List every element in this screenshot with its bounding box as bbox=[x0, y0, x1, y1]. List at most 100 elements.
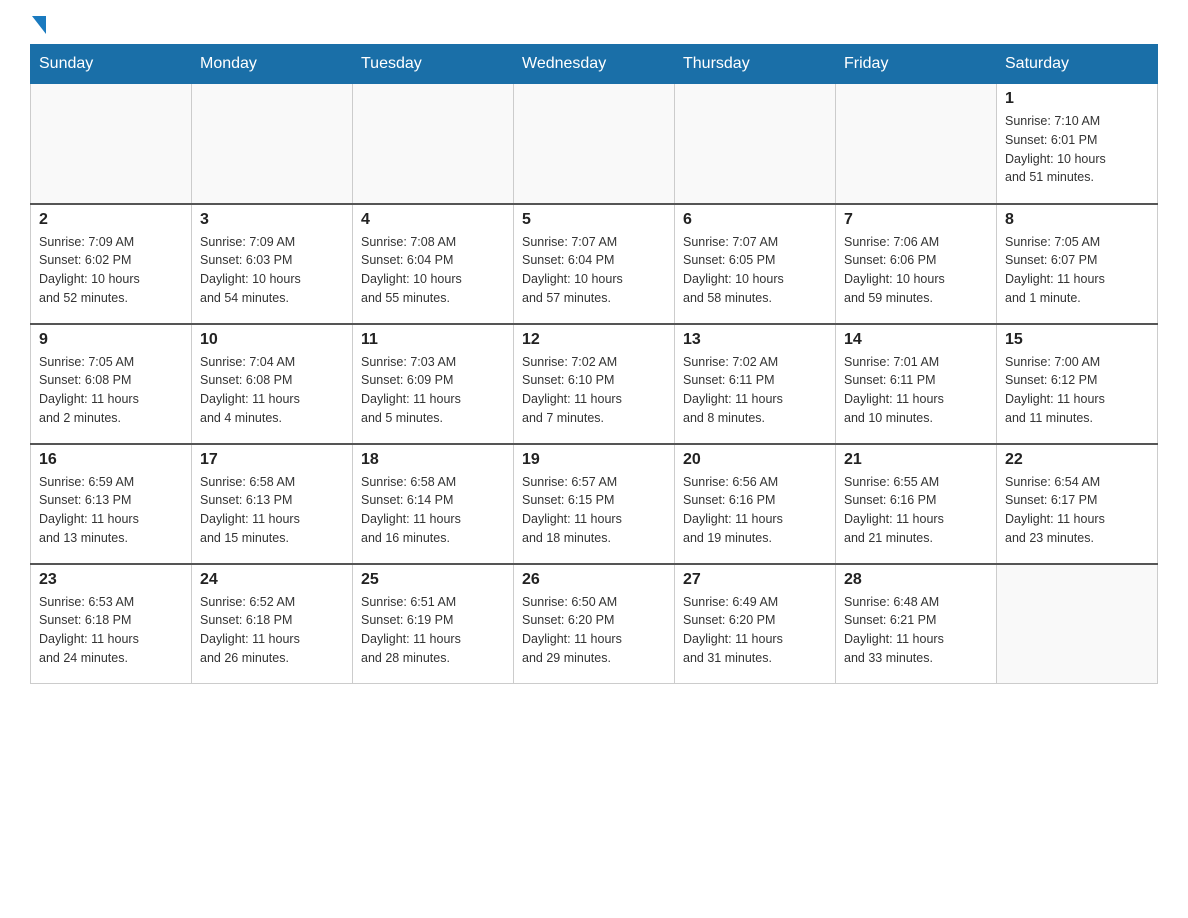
day-number: 20 bbox=[683, 451, 827, 469]
day-number: 21 bbox=[844, 451, 988, 469]
day-number: 13 bbox=[683, 331, 827, 349]
calendar-cell bbox=[997, 564, 1158, 684]
weekday-header-row: SundayMondayTuesdayWednesdayThursdayFrid… bbox=[31, 45, 1158, 84]
calendar-cell: 28 Sunrise: 6:48 AMSunset: 6:21 PMDayligh… bbox=[836, 564, 997, 684]
weekday-header-friday: Friday bbox=[836, 45, 997, 84]
day-info: Sunrise: 7:07 AMSunset: 6:04 PMDaylight:… bbox=[522, 233, 666, 308]
day-info: Sunrise: 7:08 AMSunset: 6:04 PMDaylight:… bbox=[361, 233, 505, 308]
day-info: Sunrise: 6:56 AMSunset: 6:16 PMDaylight:… bbox=[683, 473, 827, 548]
calendar-cell bbox=[675, 84, 836, 204]
weekday-header-saturday: Saturday bbox=[997, 45, 1158, 84]
day-info: Sunrise: 7:04 AMSunset: 6:08 PMDaylight:… bbox=[200, 353, 344, 428]
calendar-cell: 7 Sunrise: 7:06 AMSunset: 6:06 PMDaylight… bbox=[836, 204, 997, 324]
day-info: Sunrise: 6:50 AMSunset: 6:20 PMDaylight:… bbox=[522, 593, 666, 668]
calendar-cell: 17Sunrise: 6:58 AMSunset: 6:13 PMDayligh… bbox=[192, 444, 353, 564]
calendar-cell bbox=[31, 84, 192, 204]
calendar-cell: 20 Sunrise: 6:56 AMSunset: 6:16 PMDayligh… bbox=[675, 444, 836, 564]
calendar-cell: 27 Sunrise: 6:49 AMSunset: 6:20 PMDayligh… bbox=[675, 564, 836, 684]
calendar-cell: 24 Sunrise: 6:52 AMSunset: 6:18 PMDayligh… bbox=[192, 564, 353, 684]
day-number: 25 bbox=[361, 571, 505, 589]
day-info: Sunrise: 7:07 AMSunset: 6:05 PMDaylight:… bbox=[683, 233, 827, 308]
calendar-cell: 1 Sunrise: 7:10 AMSunset: 6:01 PMDaylight… bbox=[997, 84, 1158, 204]
weekday-header-sunday: Sunday bbox=[31, 45, 192, 84]
day-info: Sunrise: 7:09 AMSunset: 6:03 PMDaylight:… bbox=[200, 233, 344, 308]
day-info: Sunrise: 6:48 AMSunset: 6:21 PMDaylight:… bbox=[844, 593, 988, 668]
calendar-cell: 5 Sunrise: 7:07 AMSunset: 6:04 PMDaylight… bbox=[514, 204, 675, 324]
calendar-cell: 16 Sunrise: 6:59 AMSunset: 6:13 PMDayligh… bbox=[31, 444, 192, 564]
day-info: Sunrise: 7:06 AMSunset: 6:06 PMDaylight:… bbox=[844, 233, 988, 308]
day-number: 3 bbox=[200, 211, 344, 229]
day-number: 6 bbox=[683, 211, 827, 229]
calendar-cell bbox=[514, 84, 675, 204]
day-info: Sunrise: 6:59 AMSunset: 6:13 PMDaylight:… bbox=[39, 473, 183, 548]
day-info: Sunrise: 7:10 AMSunset: 6:01 PMDaylight:… bbox=[1005, 112, 1149, 187]
day-number: 10 bbox=[200, 331, 344, 349]
calendar-cell: 6 Sunrise: 7:07 AMSunset: 6:05 PMDaylight… bbox=[675, 204, 836, 324]
day-number: 14 bbox=[844, 331, 988, 349]
calendar-cell: 22Sunrise: 6:54 AMSunset: 6:17 PMDayligh… bbox=[997, 444, 1158, 564]
calendar-week-row: 16 Sunrise: 6:59 AMSunset: 6:13 PMDayligh… bbox=[31, 444, 1158, 564]
day-number: 2 bbox=[39, 211, 183, 229]
calendar-cell: 14 Sunrise: 7:01 AMSunset: 6:11 PMDayligh… bbox=[836, 324, 997, 444]
day-number: 15 bbox=[1005, 331, 1149, 349]
calendar-cell: 3 Sunrise: 7:09 AMSunset: 6:03 PMDaylight… bbox=[192, 204, 353, 324]
calendar-cell bbox=[836, 84, 997, 204]
day-info: Sunrise: 7:03 AMSunset: 6:09 PMDaylight:… bbox=[361, 353, 505, 428]
calendar-cell: 12Sunrise: 7:02 AMSunset: 6:10 PMDayligh… bbox=[514, 324, 675, 444]
day-info: Sunrise: 6:51 AMSunset: 6:19 PMDaylight:… bbox=[361, 593, 505, 668]
day-info: Sunrise: 6:58 AMSunset: 6:14 PMDaylight:… bbox=[361, 473, 505, 548]
day-info: Sunrise: 6:55 AMSunset: 6:16 PMDaylight:… bbox=[844, 473, 988, 548]
day-info: Sunrise: 6:49 AMSunset: 6:20 PMDaylight:… bbox=[683, 593, 827, 668]
day-info: Sunrise: 7:09 AMSunset: 6:02 PMDaylight:… bbox=[39, 233, 183, 308]
day-number: 11 bbox=[361, 331, 505, 349]
calendar-cell: 2 Sunrise: 7:09 AMSunset: 6:02 PMDaylight… bbox=[31, 204, 192, 324]
calendar-cell: 19 Sunrise: 6:57 AMSunset: 6:15 PMDayligh… bbox=[514, 444, 675, 564]
calendar-table: SundayMondayTuesdayWednesdayThursdayFrid… bbox=[30, 44, 1158, 684]
day-info: Sunrise: 7:00 AMSunset: 6:12 PMDaylight:… bbox=[1005, 353, 1149, 428]
day-number: 5 bbox=[522, 211, 666, 229]
day-info: Sunrise: 6:54 AMSunset: 6:17 PMDaylight:… bbox=[1005, 473, 1149, 548]
calendar-week-row: 9 Sunrise: 7:05 AMSunset: 6:08 PMDaylight… bbox=[31, 324, 1158, 444]
day-number: 4 bbox=[361, 211, 505, 229]
weekday-header-thursday: Thursday bbox=[675, 45, 836, 84]
day-info: Sunrise: 6:53 AMSunset: 6:18 PMDaylight:… bbox=[39, 593, 183, 668]
day-number: 24 bbox=[200, 571, 344, 589]
calendar-cell: 10 Sunrise: 7:04 AMSunset: 6:08 PMDayligh… bbox=[192, 324, 353, 444]
day-info: Sunrise: 6:52 AMSunset: 6:18 PMDaylight:… bbox=[200, 593, 344, 668]
day-number: 26 bbox=[522, 571, 666, 589]
calendar-week-row: 1 Sunrise: 7:10 AMSunset: 6:01 PMDaylight… bbox=[31, 84, 1158, 204]
day-number: 18 bbox=[361, 451, 505, 469]
logo-triangle-icon bbox=[32, 16, 46, 34]
calendar-cell: 23 Sunrise: 6:53 AMSunset: 6:18 PMDayligh… bbox=[31, 564, 192, 684]
day-number: 16 bbox=[39, 451, 183, 469]
day-info: Sunrise: 7:01 AMSunset: 6:11 PMDaylight:… bbox=[844, 353, 988, 428]
calendar-cell: 4 Sunrise: 7:08 AMSunset: 6:04 PMDaylight… bbox=[353, 204, 514, 324]
day-info: Sunrise: 7:05 AMSunset: 6:08 PMDaylight:… bbox=[39, 353, 183, 428]
day-number: 8 bbox=[1005, 211, 1149, 229]
calendar-week-row: 2 Sunrise: 7:09 AMSunset: 6:02 PMDaylight… bbox=[31, 204, 1158, 324]
weekday-header-tuesday: Tuesday bbox=[353, 45, 514, 84]
calendar-cell: 11 Sunrise: 7:03 AMSunset: 6:09 PMDayligh… bbox=[353, 324, 514, 444]
day-number: 28 bbox=[844, 571, 988, 589]
calendar-cell: 18 Sunrise: 6:58 AMSunset: 6:14 PMDayligh… bbox=[353, 444, 514, 564]
weekday-header-wednesday: Wednesday bbox=[514, 45, 675, 84]
calendar-cell: 9 Sunrise: 7:05 AMSunset: 6:08 PMDaylight… bbox=[31, 324, 192, 444]
day-number: 9 bbox=[39, 331, 183, 349]
calendar-cell: 21 Sunrise: 6:55 AMSunset: 6:16 PMDayligh… bbox=[836, 444, 997, 564]
calendar-cell: 26 Sunrise: 6:50 AMSunset: 6:20 PMDayligh… bbox=[514, 564, 675, 684]
day-number: 1 bbox=[1005, 90, 1149, 108]
day-number: 23 bbox=[39, 571, 183, 589]
day-number: 7 bbox=[844, 211, 988, 229]
day-number: 27 bbox=[683, 571, 827, 589]
day-info: Sunrise: 6:58 AMSunset: 6:13 PMDaylight:… bbox=[200, 473, 344, 548]
calendar-cell bbox=[192, 84, 353, 204]
day-info: Sunrise: 6:57 AMSunset: 6:15 PMDaylight:… bbox=[522, 473, 666, 548]
calendar-cell bbox=[353, 84, 514, 204]
calendar-cell: 15 Sunrise: 7:00 AMSunset: 6:12 PMDayligh… bbox=[997, 324, 1158, 444]
calendar-cell: 13Sunrise: 7:02 AMSunset: 6:11 PMDayligh… bbox=[675, 324, 836, 444]
logo bbox=[30, 20, 46, 34]
day-number: 12 bbox=[522, 331, 666, 349]
calendar-cell: 8Sunrise: 7:05 AMSunset: 6:07 PMDaylight… bbox=[997, 204, 1158, 324]
day-number: 19 bbox=[522, 451, 666, 469]
weekday-header-monday: Monday bbox=[192, 45, 353, 84]
